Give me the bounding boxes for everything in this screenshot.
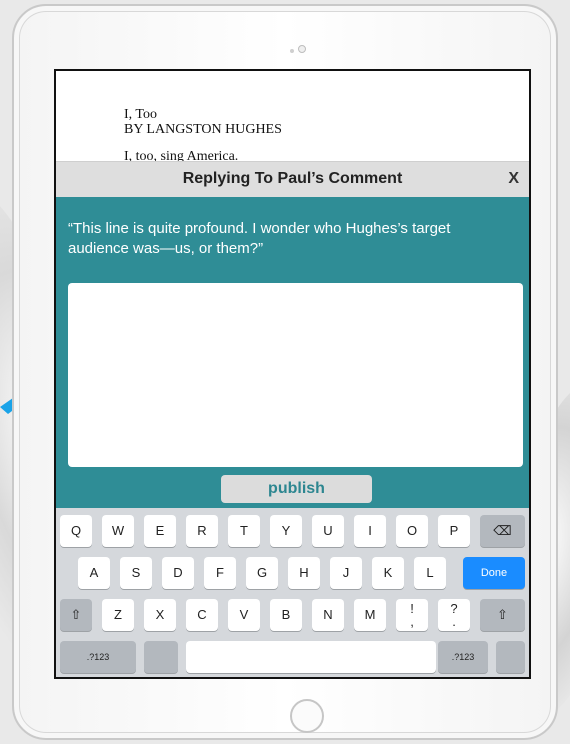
key-v[interactable]: V: [228, 599, 260, 631]
key-h[interactable]: H: [288, 557, 320, 589]
key-z[interactable]: Z: [102, 599, 134, 631]
key-k[interactable]: K: [372, 557, 404, 589]
camera-sensor: [290, 49, 294, 53]
close-button[interactable]: X: [508, 170, 519, 188]
key-question-period[interactable]: ? .: [438, 599, 470, 631]
key-r[interactable]: R: [186, 515, 218, 547]
key-p[interactable]: P: [438, 515, 470, 547]
key-u[interactable]: U: [312, 515, 344, 547]
poem-text: I, Too BY LANGSTON HUGHES I, too, sing A…: [124, 107, 282, 164]
modal-title: Replying To Paul’s Comment: [182, 170, 403, 187]
key-g[interactable]: G: [246, 557, 278, 589]
camera-lens: [298, 45, 306, 53]
key-s[interactable]: S: [120, 557, 152, 589]
numbers-key[interactable]: .?123: [60, 641, 136, 673]
key-a[interactable]: A: [78, 557, 110, 589]
reply-modal-header: Replying To Paul’s Comment X: [56, 161, 529, 198]
key-q[interactable]: Q: [60, 515, 92, 547]
onscreen-keyboard: Q W E R T Y U I O P ⌫ A S D F G H J K L …: [56, 508, 529, 677]
shift-icon[interactable]: ⇧: [480, 599, 525, 631]
key-l[interactable]: L: [414, 557, 446, 589]
tablet-screen: I, Too BY LANGSTON HUGHES I, too, sing A…: [54, 69, 531, 679]
space-key[interactable]: [186, 641, 436, 673]
shift-icon[interactable]: ⇧: [60, 599, 92, 631]
done-key[interactable]: Done: [463, 557, 525, 589]
key-exclamation-comma[interactable]: ! ,: [396, 599, 428, 631]
key-c[interactable]: C: [186, 599, 218, 631]
key-e[interactable]: E: [144, 515, 176, 547]
key-n[interactable]: N: [312, 599, 344, 631]
key-t[interactable]: T: [228, 515, 260, 547]
poem-title: I, Too: [124, 107, 157, 122]
dismiss-keyboard-key[interactable]: [496, 641, 525, 673]
home-button[interactable]: [290, 699, 324, 733]
publish-button[interactable]: publish: [221, 475, 372, 503]
globe-key[interactable]: [144, 641, 178, 673]
key-m[interactable]: M: [354, 599, 386, 631]
key-f[interactable]: F: [204, 557, 236, 589]
key-b[interactable]: B: [270, 599, 302, 631]
quoted-comment: “This line is quite profound. I wonder w…: [68, 220, 451, 257]
key-i[interactable]: I: [354, 515, 386, 547]
numbers-key[interactable]: .?123: [438, 641, 488, 673]
key-o[interactable]: O: [396, 515, 428, 547]
reply-input[interactable]: [68, 283, 523, 467]
key-d[interactable]: D: [162, 557, 194, 589]
key-x[interactable]: X: [144, 599, 176, 631]
backspace-icon[interactable]: ⌫: [480, 515, 525, 547]
reply-modal-body: “This line is quite profound. I wonder w…: [56, 197, 529, 508]
key-j[interactable]: J: [330, 557, 362, 589]
key-y[interactable]: Y: [270, 515, 302, 547]
key-w[interactable]: W: [102, 515, 134, 547]
poem-author: BY LANGSTON HUGHES: [124, 122, 282, 137]
front-camera: [290, 40, 306, 58]
